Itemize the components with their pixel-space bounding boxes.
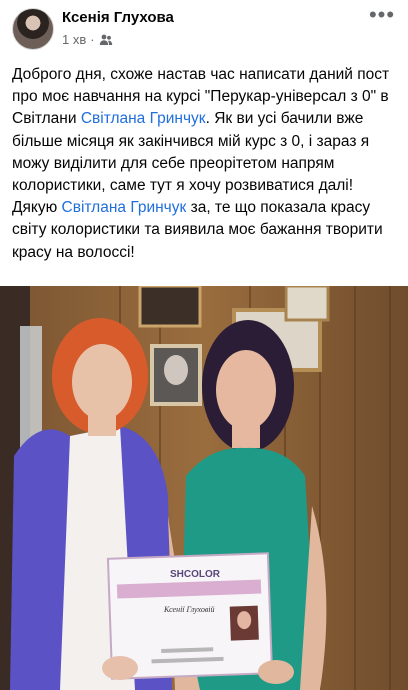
post-time[interactable]: 1 хв [62,32,86,47]
friends-icon[interactable] [99,34,113,46]
certificate-brand: SHCOLOR [170,569,221,580]
post-photo[interactable]: SHCOLOR Ксенії Глуховій [0,286,408,690]
author-name[interactable]: Ксенія Глухова [62,9,174,26]
post-header: Ксенія Глухова 1 хв · ••• [0,0,408,58]
mention-link-2[interactable]: Світлана Гринчук [62,199,187,216]
meta-separator: · [90,32,95,47]
post-meta: 1 хв · [62,32,113,47]
photo-illustration: SHCOLOR Ксенії Глуховій [0,286,408,690]
post-text: Доброго дня, схоже настав час написати д… [12,64,400,264]
certificate-name: Ксенії Глуховій [163,605,215,614]
more-horizontal-icon[interactable]: ••• [368,4,396,28]
mention-link-1[interactable]: Світлана Гринчук [81,110,206,127]
author-avatar[interactable] [12,8,54,50]
